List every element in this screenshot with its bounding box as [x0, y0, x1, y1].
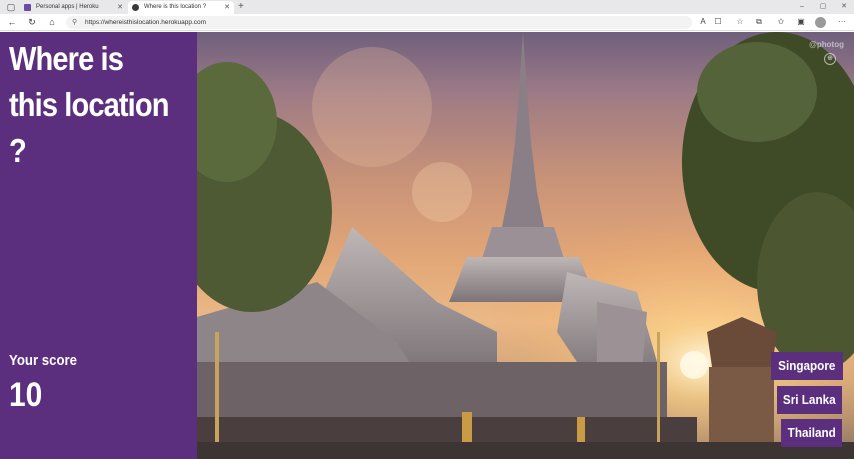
- answer-label: Thailand: [787, 425, 836, 440]
- profile-avatar[interactable]: [815, 17, 826, 28]
- answer-button-singapore[interactable]: Singapore: [771, 352, 843, 380]
- close-tab-icon[interactable]: ✕: [224, 1, 230, 14]
- new-tab-button[interactable]: +: [238, 0, 244, 13]
- window-close-icon[interactable]: ✕: [836, 0, 852, 13]
- answer-label: Sri Lanka: [783, 392, 836, 407]
- heroku-favicon-icon: [24, 4, 31, 11]
- expand-icon[interactable]: ⊕: [824, 53, 836, 65]
- page-title: Where is this location ?: [9, 40, 169, 169]
- url-text[interactable]: https://whereisthislocation.herokuapp.co…: [85, 16, 206, 29]
- home-icon[interactable]: ⌂: [46, 16, 58, 28]
- more-icon[interactable]: ···: [836, 16, 848, 28]
- refresh-icon[interactable]: ↻: [26, 16, 38, 28]
- tab-title: Personal apps | Heroku: [36, 4, 99, 10]
- temple-photo-illustration: [197, 32, 854, 459]
- angular-favicon-icon: [132, 4, 139, 11]
- app-root: Where is this location ? Your score 10 @…: [0, 32, 854, 459]
- score-value: 10: [9, 376, 43, 414]
- answer-button-sri-lanka[interactable]: Sri Lanka: [777, 386, 842, 414]
- answer-label: Singapore: [778, 358, 836, 373]
- sidebar: Where is this location ? Your score 10: [0, 32, 197, 459]
- browser-tab-heroku[interactable]: Personal apps | Heroku ✕: [20, 1, 127, 14]
- maximize-icon[interactable]: ▢: [815, 0, 831, 13]
- back-icon[interactable]: ←: [6, 16, 18, 28]
- browser-toolbar: ← ↻ ⌂ ⚲ https://whereisthislocation.hero…: [0, 14, 854, 31]
- collections-icon[interactable]: ☆: [734, 16, 746, 28]
- answer-button-thailand[interactable]: Thailand: [781, 419, 842, 447]
- browser-tab-bar: ▢ Personal apps | Heroku ✕ Where is this…: [0, 0, 854, 14]
- minimize-icon[interactable]: –: [794, 0, 810, 13]
- tab-actions-icon[interactable]: ▢: [6, 2, 16, 12]
- address-bar[interactable]: ⚲ https://whereisthislocation.herokuapp.…: [66, 16, 692, 29]
- split-screen-icon[interactable]: ▣: [795, 16, 807, 28]
- score-label: Your score: [9, 352, 77, 369]
- extensions-icon[interactable]: ⧉: [753, 16, 765, 28]
- location-photo: @photog ⊕: [197, 32, 854, 459]
- immersive-reader-icon[interactable]: ☐: [712, 16, 724, 28]
- read-aloud-icon[interactable]: A: [697, 16, 709, 28]
- tab-title: Where is this location ?: [144, 4, 207, 10]
- lock-icon: ⚲: [72, 19, 78, 26]
- browser-tab-app[interactable]: Where is this location ? ✕: [128, 1, 234, 14]
- photo-credit: @photog: [809, 40, 844, 49]
- close-tab-icon[interactable]: ✕: [117, 1, 123, 14]
- favorites-icon[interactable]: ✩: [775, 16, 787, 28]
